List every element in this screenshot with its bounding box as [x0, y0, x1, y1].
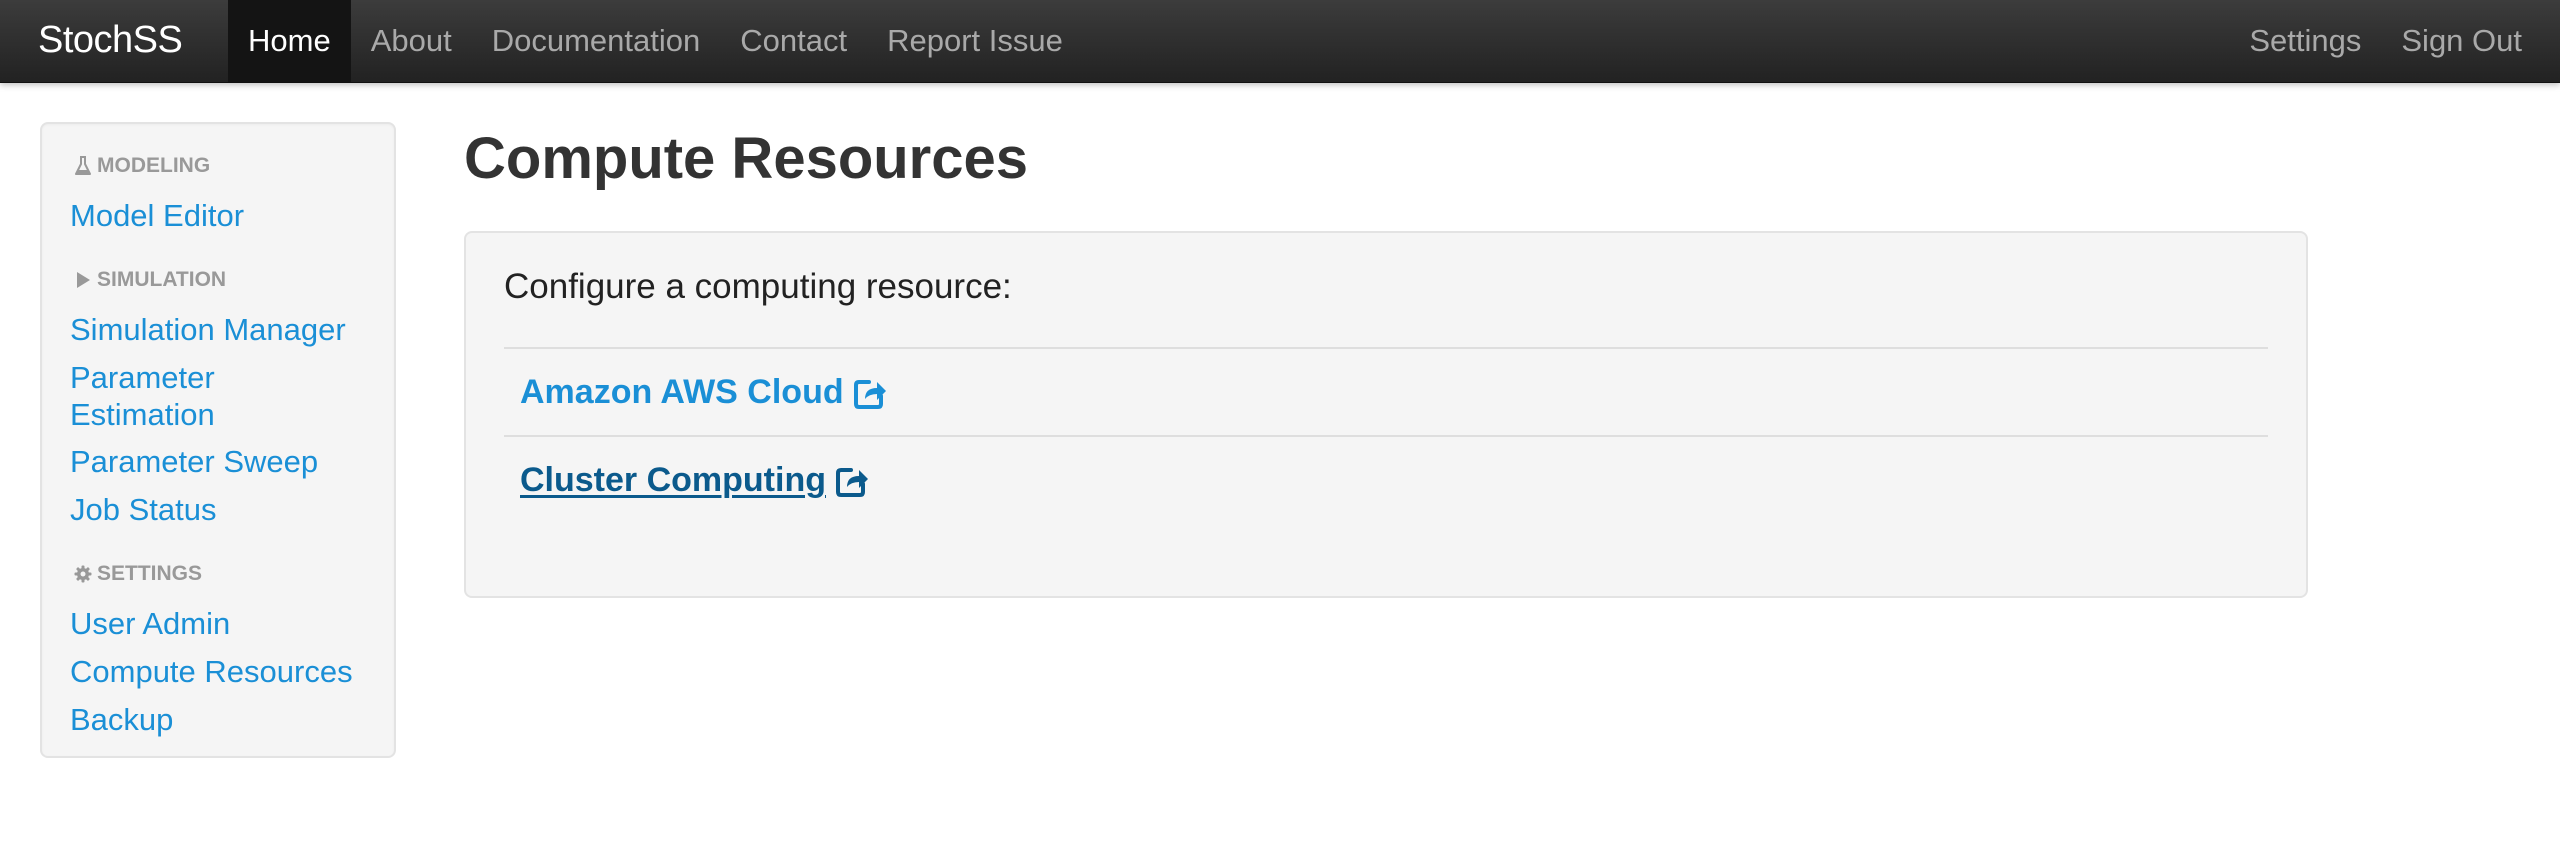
sidebar: MODELING Model Editor SIMULATION Simulat… [40, 122, 396, 758]
sidebar-header-settings: SETTINGS [72, 562, 202, 586]
sidebar-header-label: MODELING [97, 154, 211, 177]
nav-settings[interactable]: Settings [2229, 0, 2381, 82]
amazon-aws-cloud-link[interactable]: Amazon AWS Cloud [520, 373, 887, 412]
brand-logo[interactable]: StochSS [38, 14, 183, 66]
resource-label: Cluster Computing [520, 461, 826, 499]
external-link-icon [853, 376, 887, 410]
divider [504, 435, 2268, 437]
gear-icon [72, 563, 94, 585]
nav-report-issue[interactable]: Report Issue [867, 0, 1083, 82]
sidebar-item-parameter-estimation[interactable]: Parameter Estimation [70, 359, 330, 433]
external-link-icon [835, 464, 869, 498]
sidebar-item-backup[interactable]: Backup [70, 701, 173, 738]
divider [504, 347, 2268, 349]
sidebar-header-label: SIMULATION [97, 268, 227, 291]
nav-documentation[interactable]: Documentation [472, 0, 721, 82]
resource-panel: Configure a computing resource: Amazon A… [464, 231, 2308, 598]
nav-sign-out[interactable]: Sign Out [2381, 0, 2542, 82]
secondary-nav: Settings Sign Out [2229, 0, 2560, 82]
primary-nav: Home About Documentation Contact Report … [228, 0, 1083, 82]
nav-home[interactable]: Home [228, 0, 351, 82]
resource-label: Amazon AWS Cloud [520, 373, 844, 411]
sidebar-item-simulation-manager[interactable]: Simulation Manager [70, 311, 346, 348]
panel-intro-text: Configure a computing resource: [504, 267, 1012, 306]
top-navbar: StochSS Home About Documentation Contact… [0, 0, 2560, 83]
sidebar-item-parameter-sweep[interactable]: Parameter Sweep [70, 443, 318, 480]
play-icon [72, 269, 94, 291]
sidebar-header-modeling: MODELING [72, 154, 210, 178]
nav-contact[interactable]: Contact [720, 0, 867, 82]
nav-about[interactable]: About [351, 0, 472, 82]
sidebar-item-compute-resources[interactable]: Compute Resources [70, 653, 353, 690]
flask-icon [72, 155, 94, 177]
sidebar-header-simulation: SIMULATION [72, 268, 226, 292]
sidebar-item-job-status[interactable]: Job Status [70, 491, 216, 528]
cluster-computing-link[interactable]: Cluster Computing [520, 461, 869, 500]
sidebar-item-user-admin[interactable]: User Admin [70, 605, 230, 642]
sidebar-header-label: SETTINGS [97, 562, 203, 585]
page-title: Compute Resources [464, 126, 1029, 191]
sidebar-item-model-editor[interactable]: Model Editor [70, 197, 244, 234]
